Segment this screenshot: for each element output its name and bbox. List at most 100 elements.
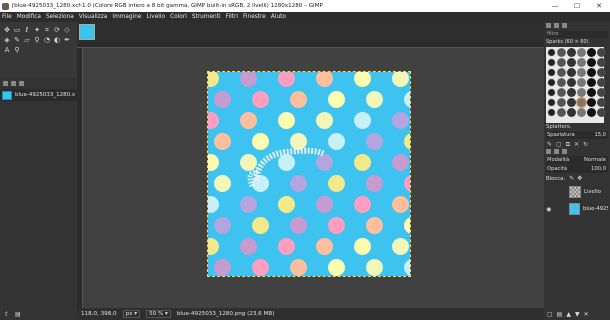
- brush-preview[interactable]: [557, 108, 566, 117]
- brush-preview[interactable]: [567, 108, 576, 117]
- brush-preview[interactable]: [597, 88, 606, 97]
- lock-pixels-icon[interactable]: ✎: [569, 175, 574, 182]
- rect-select-tool-icon[interactable]: ▭: [12, 25, 22, 35]
- brush-preview[interactable]: [587, 98, 596, 107]
- brush-preview[interactable]: [547, 48, 556, 57]
- eye-icon[interactable]: ◉: [546, 206, 552, 213]
- image-list-item[interactable]: blue-4925033_1280.x: [0, 89, 77, 101]
- zoom-tool-icon[interactable]: ⚲: [12, 45, 22, 55]
- new-group-icon[interactable]: ▤: [557, 311, 563, 318]
- brush-preview[interactable]: [597, 98, 606, 107]
- brush-preview[interactable]: [587, 108, 596, 117]
- menu-file[interactable]: File: [2, 14, 12, 20]
- brush-preview[interactable]: [557, 68, 566, 77]
- menu-strumenti[interactable]: Strumenti: [192, 14, 221, 20]
- channels-tab-icon[interactable]: [554, 149, 559, 154]
- bucket-fill-tool-icon[interactable]: ◈: [2, 35, 12, 45]
- lock-position-icon[interactable]: ✥: [577, 175, 582, 182]
- brush-preview[interactable]: [567, 88, 576, 97]
- images-tab-icon[interactable]: [3, 80, 8, 86]
- menu-aiuto[interactable]: Aiuto: [271, 14, 286, 20]
- delete-brush-icon[interactable]: ✕: [574, 141, 579, 148]
- brush-preview[interactable]: [557, 58, 566, 67]
- brush-preview[interactable]: [597, 58, 606, 67]
- eraser-tool-icon[interactable]: ▱: [22, 35, 32, 45]
- brush-preview[interactable]: [547, 98, 556, 107]
- zoom-select[interactable]: 50 % ▾: [146, 310, 171, 318]
- brush-preview[interactable]: [557, 88, 566, 97]
- opacity-control[interactable]: Opacità 100,0: [546, 165, 608, 173]
- refresh-brushes-icon[interactable]: ↻: [583, 141, 588, 148]
- menu-colori[interactable]: Colori: [170, 14, 187, 20]
- menu-visualizza[interactable]: Visualizza: [79, 14, 108, 20]
- brush-preview[interactable]: [587, 88, 596, 97]
- brush-preview[interactable]: [577, 78, 586, 87]
- layer-row[interactable]: Livello: [546, 184, 608, 200]
- fonts-tab-icon[interactable]: [562, 23, 567, 28]
- duplicate-brush-icon[interactable]: ⧉: [566, 141, 570, 148]
- brush-preview[interactable]: [557, 48, 566, 57]
- document-history-tab-icon[interactable]: [11, 80, 16, 86]
- brush-preview[interactable]: [577, 58, 586, 67]
- delete-layer-icon[interactable]: ✕: [584, 311, 589, 318]
- image-canvas[interactable]: [207, 71, 411, 277]
- brush-grid[interactable]: [546, 47, 606, 123]
- brush-preview[interactable]: [597, 78, 606, 87]
- warp-tool-icon[interactable]: ◇: [62, 25, 72, 35]
- menu-livello[interactable]: Livello: [146, 14, 165, 20]
- menu-immagine[interactable]: Immagine: [112, 14, 141, 20]
- brush-preview[interactable]: [587, 68, 596, 77]
- brush-preview[interactable]: [577, 88, 586, 97]
- close-button[interactable]: ✕: [588, 0, 610, 12]
- brush-preview[interactable]: [577, 48, 586, 57]
- layers-tab-icon[interactable]: [546, 149, 551, 154]
- brush-preview[interactable]: [597, 48, 606, 57]
- brush-preview[interactable]: [547, 88, 556, 97]
- raise-view-icon[interactable]: ⇪: [4, 311, 9, 318]
- edit-brush-icon[interactable]: ✎: [547, 141, 552, 148]
- brush-preview[interactable]: [567, 98, 576, 107]
- crop-tool-icon[interactable]: ⌗: [42, 25, 52, 35]
- brush-preview[interactable]: [547, 108, 556, 117]
- menu-seleziona[interactable]: Seleziona: [46, 14, 74, 20]
- blur-tool-icon[interactable]: ◔: [42, 35, 52, 45]
- brush-preview[interactable]: [576, 97, 587, 108]
- menu-finestre[interactable]: Finestre: [243, 14, 266, 20]
- new-layer-icon[interactable]: ▢: [547, 311, 553, 318]
- raise-layer-icon[interactable]: ▲: [566, 311, 571, 318]
- brush-preview[interactable]: [587, 48, 596, 57]
- brush-preview[interactable]: [577, 68, 586, 77]
- minimize-button[interactable]: —: [544, 0, 566, 12]
- image-tab[interactable]: [79, 24, 95, 40]
- lower-layer-icon[interactable]: ▼: [575, 311, 580, 318]
- brush-preview[interactable]: [547, 78, 556, 87]
- brush-preview[interactable]: [567, 58, 576, 67]
- menu-modifica[interactable]: Modifica: [17, 14, 41, 20]
- unit-select[interactable]: px ▾: [122, 310, 141, 318]
- paths-tool-icon[interactable]: ✒: [62, 35, 72, 45]
- brush-preview[interactable]: [547, 58, 556, 67]
- new-brush-icon[interactable]: ▢: [556, 141, 562, 148]
- clone-tool-icon[interactable]: ⚲: [32, 35, 42, 45]
- paintbrush-tool-icon[interactable]: ✎: [12, 35, 22, 45]
- brush-preview[interactable]: [547, 68, 556, 77]
- text-tool-icon[interactable]: A: [2, 45, 12, 55]
- unified-transform-tool-icon[interactable]: ⟳: [52, 25, 62, 35]
- brush-preview[interactable]: [597, 108, 606, 117]
- templates-tab-icon[interactable]: [19, 80, 24, 86]
- spacing-control[interactable]: Spaziatura 15,0: [546, 131, 608, 139]
- brush-preview[interactable]: [597, 68, 606, 77]
- brush-preview[interactable]: [587, 58, 596, 67]
- brush-preview[interactable]: [577, 108, 586, 117]
- patterns-tab-icon[interactable]: [554, 23, 559, 28]
- layer-row[interactable]: ◉ blue-4925: [546, 201, 608, 217]
- layer-mode-select[interactable]: Modalità Normale: [546, 156, 608, 164]
- dodge-tool-icon[interactable]: ◐: [52, 35, 62, 45]
- new-view-icon[interactable]: ▤: [15, 311, 21, 318]
- move-tool-icon[interactable]: ✥: [2, 25, 12, 35]
- brush-preview[interactable]: [557, 98, 566, 107]
- brush-preview[interactable]: [567, 78, 576, 87]
- paths-tab-icon[interactable]: [562, 149, 567, 154]
- menu-filtri[interactable]: Filtri: [226, 14, 238, 20]
- brush-filter-input[interactable]: filtro: [546, 31, 608, 38]
